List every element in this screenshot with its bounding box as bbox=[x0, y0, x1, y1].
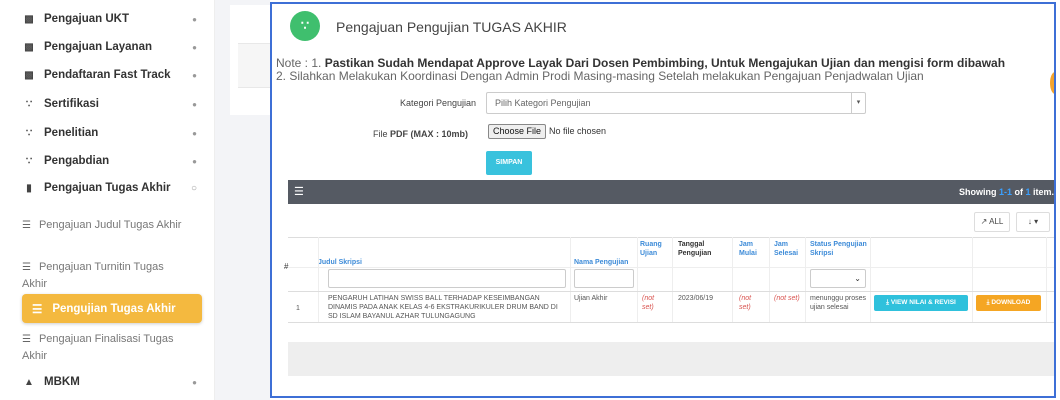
background-card-inner bbox=[238, 43, 270, 88]
sidebar-item-sertifikasi[interactable]: ∵ Sertifikasi ● bbox=[0, 96, 215, 112]
file-label-bold: PDF (MAX : 10mb) bbox=[390, 129, 469, 139]
table-header-bar: ☰ Showing 1-1 of 1 item. bbox=[288, 180, 1054, 204]
filter-judul-input[interactable] bbox=[328, 269, 566, 288]
dot-icon: ● bbox=[192, 128, 197, 138]
building-icon: ▩ bbox=[24, 69, 34, 81]
column-header-nama[interactable]: Nama Pengujian bbox=[574, 258, 634, 267]
sidebar-subitem-turnitin[interactable]: ☰ Pengajuan Turnitin Tugas Akhir bbox=[0, 259, 215, 292]
book-icon: ▮ bbox=[26, 182, 32, 194]
list-icon: ☰ bbox=[32, 303, 43, 316]
showing-summary: Showing 1-1 of 1 item. bbox=[959, 187, 1054, 197]
sidebar-subitem-pengujian-active[interactable]: ☰ Pengujian Tugas Akhir bbox=[22, 294, 202, 323]
sidebar-item-label: Pengajuan Tugas Akhir bbox=[44, 182, 171, 194]
showing-mid: of bbox=[1011, 187, 1026, 197]
sidebar-item-label: Sertifikasi bbox=[44, 98, 99, 110]
simpan-button[interactable]: SIMPAN bbox=[486, 151, 532, 175]
show-all-button[interactable]: ↗ ALL bbox=[974, 212, 1010, 232]
sidebar-item-pengajuan-layanan[interactable]: ▩ Pengajuan Layanan ● bbox=[0, 39, 215, 55]
page-title: Pengajuan Pengujian TUGAS AKHIR bbox=[336, 19, 567, 35]
users-icon: ∵ bbox=[290, 11, 320, 41]
dot-icon: ● bbox=[192, 14, 197, 24]
column-header-status[interactable]: Status Pengujian Skripsi bbox=[810, 240, 872, 258]
main-panel: ∵ Pengajuan Pengujian TUGAS AKHIR Note :… bbox=[270, 2, 1056, 398]
list-icon: ☰ bbox=[22, 334, 31, 345]
sidebar-item-label: Pendaftaran Fast Track bbox=[44, 69, 171, 81]
cell-status: menunggu proses ujian selesai bbox=[810, 295, 867, 311]
sidebar-subitem-finalisasi[interactable]: ☰ Pengajuan Finalisasi Tugas Akhir bbox=[0, 331, 215, 364]
column-header-jam-selesai[interactable]: Jam Selesai bbox=[774, 240, 800, 258]
kategori-select[interactable]: Pilih Kategori Pengujian ▾ bbox=[486, 92, 866, 114]
dot-icon: ● bbox=[192, 156, 197, 166]
choose-file-button[interactable]: Choose File bbox=[488, 124, 547, 139]
filter-status-select[interactable]: ⌄ bbox=[810, 269, 866, 288]
dot-icon: ● bbox=[192, 42, 197, 52]
export-button[interactable]: ↓ ▾ bbox=[1016, 212, 1050, 232]
sidebar-item-pengajuan-ukt[interactable]: ▩ Pengajuan UKT ● bbox=[0, 11, 215, 27]
sidebar-item-pengabdian[interactable]: ∵ Pengabdian ● bbox=[0, 153, 215, 169]
note-line-1: Note : 1. Pastikan Sudah Mendapat Approv… bbox=[276, 56, 1005, 70]
kategori-select-value: Pilih Kategori Pengujian bbox=[495, 98, 591, 108]
graduation-cap-icon: ▲ bbox=[24, 376, 34, 388]
chevron-down-icon: ▾ bbox=[851, 93, 865, 113]
list-icon: ☰ bbox=[22, 220, 31, 231]
note-line-2: 2. Silahkan Melakukan Koordinasi Dengan … bbox=[276, 69, 924, 83]
building-icon: ▩ bbox=[24, 13, 34, 25]
sidebar-item-label: MBKM bbox=[44, 376, 80, 388]
cell-jam-selesai: (not set) bbox=[774, 295, 800, 302]
column-header-ruang[interactable]: Ruang Ujian bbox=[640, 240, 666, 258]
users-icon: ∵ bbox=[25, 127, 33, 139]
sidebar-subitem-label: Pengujian Tugas Akhir bbox=[52, 302, 176, 315]
dot-icon: ● bbox=[192, 99, 197, 109]
showing-pre: Showing bbox=[958, 187, 999, 197]
dot-icon: ● bbox=[192, 70, 197, 80]
users-icon: ∵ bbox=[25, 155, 33, 167]
column-header-jam-mulai[interactable]: Jam Mulai bbox=[739, 240, 765, 258]
cell-judul: PENGARUH LATIHAN SWISS BALL TERHADAP KES… bbox=[328, 295, 558, 320]
sidebar-subitem-label: Pengajuan Turnitin Tugas Akhir bbox=[22, 261, 164, 290]
sidebar-item-fast-track[interactable]: ▩ Pendaftaran Fast Track ● bbox=[0, 67, 215, 83]
download-button[interactable]: ⤓ DOWNLOAD bbox=[976, 295, 1041, 311]
cell-ruang: (not set) bbox=[642, 295, 655, 311]
sidebar-item-pengajuan-tugas-akhir[interactable]: ▮ Pengajuan Tugas Akhir ○ bbox=[0, 180, 215, 196]
sidebar-subitem-label: Pengajuan Judul Tugas Akhir bbox=[38, 219, 182, 231]
showing-post: item. bbox=[1030, 187, 1054, 197]
cell-jam-mulai: (not set) bbox=[739, 295, 752, 311]
kategori-label: Kategori Pengujian bbox=[400, 98, 477, 108]
file-label-pre: File bbox=[373, 129, 391, 139]
file-status: No file chosen bbox=[549, 126, 607, 136]
sidebar-item-mbkm[interactable]: ▲ MBKM ● bbox=[0, 374, 215, 390]
sidebar-item-label: Pengajuan Layanan bbox=[44, 41, 153, 53]
sidebar-item-label: Pengabdian bbox=[44, 155, 110, 167]
sidebar-subitem-label: Pengajuan Finalisasi Tugas Akhir bbox=[22, 333, 174, 362]
users-icon: ∵ bbox=[25, 98, 33, 110]
view-nilai-revisi-button[interactable]: ⤓ VIEW NILAI & REVISI bbox=[874, 295, 968, 311]
background-card bbox=[230, 5, 270, 115]
background-panel bbox=[215, 0, 270, 400]
list-icon: ☰ bbox=[294, 186, 304, 198]
dot-icon: ● bbox=[192, 377, 197, 387]
table-footer bbox=[288, 342, 1054, 376]
showing-range: 1-1 bbox=[998, 187, 1012, 197]
sidebar-item-label: Penelitian bbox=[44, 127, 99, 139]
note-prefix: Note : 1. bbox=[276, 56, 325, 70]
sidebar-subitem-judul[interactable]: ☰ Pengajuan Judul Tugas Akhir bbox=[0, 217, 215, 234]
cell-tanggal: 2023/06/19 bbox=[678, 295, 714, 302]
filter-nama-input[interactable] bbox=[574, 269, 634, 288]
list-icon: ☰ bbox=[22, 262, 31, 273]
sidebar-item-penelitian[interactable]: ∵ Penelitian ● bbox=[0, 125, 215, 141]
sidebar: ▩ Pengajuan UKT ● ▩ Pengajuan Layanan ● … bbox=[0, 0, 215, 400]
sidebar-item-label: Pengajuan UKT bbox=[44, 13, 129, 25]
ring-icon: ○ bbox=[190, 182, 197, 194]
cell-no: 1 bbox=[296, 305, 300, 312]
building-icon: ▩ bbox=[24, 41, 34, 53]
floating-action-button[interactable] bbox=[1050, 72, 1054, 94]
column-header-judul[interactable]: Judul Skripsi bbox=[318, 258, 362, 267]
chevron-down-icon: ⌄ bbox=[854, 274, 861, 283]
file-label: File PDF (MAX : 10mb) bbox=[373, 129, 468, 139]
note-bold: Pastikan Sudah Mendapat Approve Layak Da… bbox=[324, 56, 1006, 70]
column-header-tanggal: Tanggal Pengujian bbox=[678, 241, 712, 257]
cell-nama: Ujian Akhir bbox=[574, 295, 608, 302]
